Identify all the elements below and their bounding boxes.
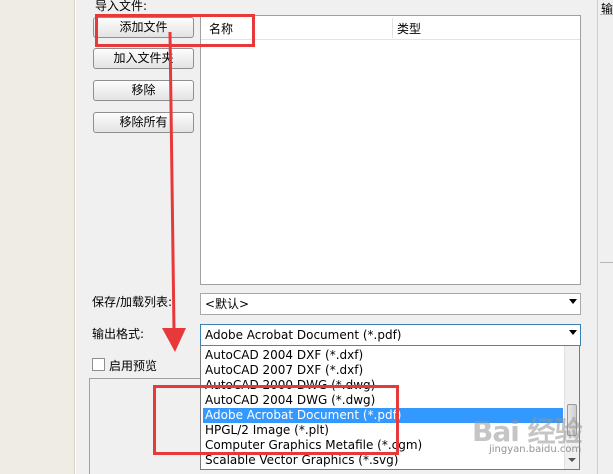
panel-border: [74, 0, 76, 474]
save-load-value: <默认>: [205, 297, 250, 311]
right-divider: [600, 14, 613, 15]
format-option[interactable]: Scalable Vector Graphics (*.svg): [203, 453, 563, 468]
right-divider: [600, 262, 613, 263]
list-header: 名称 类型: [201, 16, 580, 40]
background-strip: [0, 0, 74, 474]
output-format-label: 输出格式:: [92, 327, 145, 341]
output-format-select[interactable]: Adobe Acrobat Document (*.pdf): [200, 324, 581, 346]
annotation-highlight-box: [153, 385, 399, 455]
column-header-type[interactable]: 类型: [397, 20, 421, 37]
right-panel: [597, 0, 613, 474]
format-option[interactable]: AutoCAD 2004 DXF (*.dxf): [203, 348, 563, 363]
save-load-select[interactable]: <默认>: [200, 293, 581, 315]
format-option[interactable]: AutoCAD 2007 DXF (*.dxf): [203, 363, 563, 378]
file-list[interactable]: 名称 类型: [200, 15, 581, 285]
column-separator[interactable]: [392, 18, 393, 38]
output-format-value: Adobe Acrobat Document (*.pdf): [205, 328, 402, 342]
watermark-url: jingyan.baidu.com: [489, 444, 582, 455]
chevron-down-icon: [569, 299, 577, 304]
enable-preview-checkbox[interactable]: [92, 358, 105, 371]
import-files-label: 导入文件:: [95, 0, 148, 13]
chevron-down-icon: [569, 330, 577, 335]
annotation-arrow-icon: [162, 31, 186, 352]
scroll-down-icon[interactable]: [568, 458, 576, 462]
